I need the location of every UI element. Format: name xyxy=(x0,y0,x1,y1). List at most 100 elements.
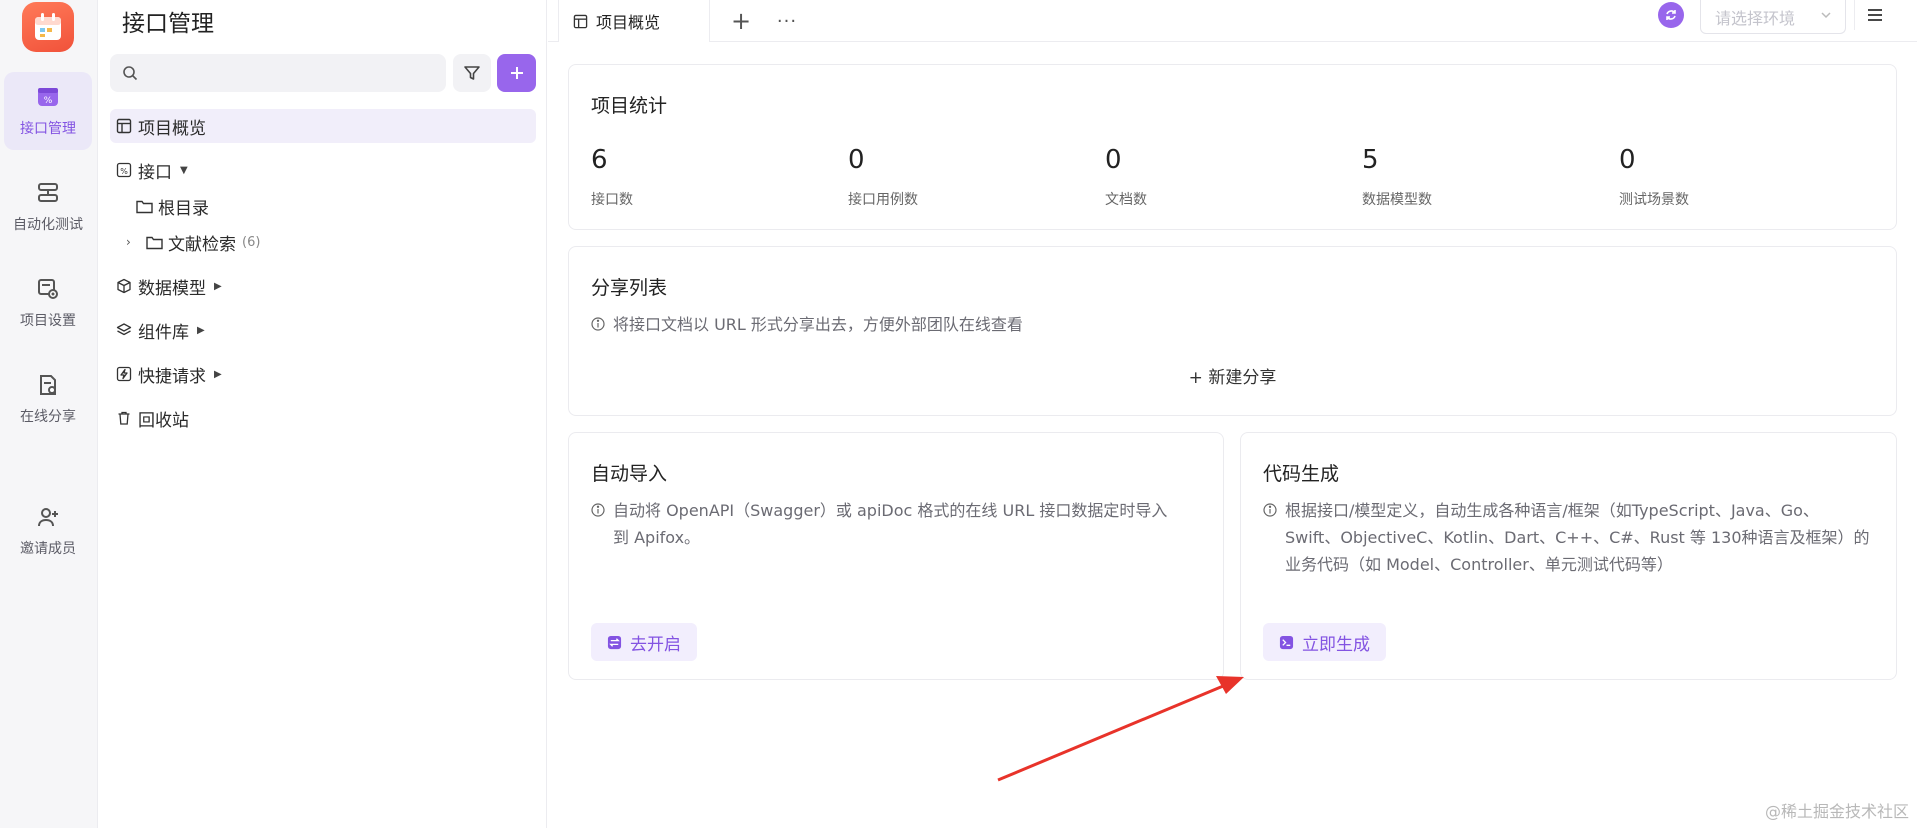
tree-item-root-dir[interactable]: 根目录 xyxy=(110,189,536,223)
stat-value: 0 xyxy=(1105,145,1122,175)
watermark: @稀土掘金技术社区 xyxy=(1764,802,1909,821)
terminal-icon xyxy=(1279,635,1294,649)
caret-right-icon: ▶ xyxy=(214,280,222,292)
stat-doc-count: 0 文档数 xyxy=(1105,145,1345,209)
tree-item-label: 快捷请求 xyxy=(138,366,206,387)
tree-item-label: 根目录 xyxy=(158,198,209,219)
automation-icon xyxy=(35,180,61,206)
search-icon xyxy=(123,66,138,81)
tree-item-component-library[interactable]: 组件库 ▶ xyxy=(110,313,536,347)
stat-value: 6 xyxy=(591,145,608,175)
stat-label: 数据模型数 xyxy=(1362,192,1432,208)
refresh-icon xyxy=(1666,10,1676,20)
tab-bar: 项目概览 + ··· 请选择环境 xyxy=(548,0,1917,42)
api-icon: % xyxy=(35,84,61,110)
stat-value: 5 xyxy=(1362,145,1379,175)
plus-icon xyxy=(510,67,523,79)
chevron-right-icon[interactable]: › xyxy=(126,235,140,249)
tree-item-project-overview[interactable]: 项目概览 xyxy=(110,109,536,143)
code-generation-card: 代码生成 根据接口/模型定义，自动生成各种语言/框架（如TypeScript、J… xyxy=(1240,432,1897,680)
tree-item-label: 数据模型 xyxy=(138,278,206,299)
generate-code-button[interactable]: 立即生成 xyxy=(1263,623,1386,661)
tree-item-data-model[interactable]: 数据模型 ▶ xyxy=(110,269,536,303)
rail-item-api-management[interactable]: % 接口管理 xyxy=(4,72,92,150)
calendar-logo-icon xyxy=(35,13,61,40)
description-text: Swift、ObjectiveC、Kotlin、Dart、C++、C#、Rust… xyxy=(1285,528,1870,547)
card-title: 代码生成 xyxy=(1263,463,1340,485)
environment-placeholder: 请选择环境 xyxy=(1715,8,1796,28)
description-text: 业务代码（如 Model、Controller、单元测试代码等） xyxy=(1285,555,1673,574)
rail-item-online-share[interactable]: 在线分享 xyxy=(4,360,92,438)
description-text: 到 Apifox。 xyxy=(613,528,701,547)
left-rail: % 接口管理 自动化测试 项目设置 在线分享 邀请成员 xyxy=(0,0,98,828)
app-logo[interactable] xyxy=(22,2,74,52)
tree-item-label: 组件库 xyxy=(138,322,189,343)
stat-value: 0 xyxy=(1619,145,1636,175)
stat-label: 接口用例数 xyxy=(848,192,918,208)
new-share-button[interactable]: + 新建分享 xyxy=(569,363,1896,388)
caret-down-icon: ▼ xyxy=(180,164,188,176)
filter-button[interactable] xyxy=(453,54,491,92)
card-title: 项目统计 xyxy=(591,95,668,117)
menu-icon xyxy=(1867,9,1882,21)
auto-import-card: 自动导入 自动将 OpenAPI（Swagger）或 apiDoc 格式的在线 … xyxy=(568,432,1224,680)
chevron-down-icon xyxy=(1821,12,1831,19)
auto-import-description: 自动将 OpenAPI（Swagger）或 apiDoc 格式的在线 URL 接… xyxy=(591,497,1167,551)
project-stats-card: 项目统计 6 接口数 0 接口用例数 0 文档数 5 数据模型数 0 测试场景数 xyxy=(568,64,1897,230)
stat-label: 文档数 xyxy=(1105,192,1147,208)
more-tabs-button[interactable]: ··· xyxy=(770,4,804,38)
environment-select[interactable]: 请选择环境 xyxy=(1700,0,1846,34)
tree-item-label: 项目概览 xyxy=(138,118,206,139)
tab-label: 项目概览 xyxy=(596,13,661,32)
stat-test-scenario-count: 0 测试场景数 xyxy=(1619,145,1859,209)
caret-right-icon: ▶ xyxy=(197,324,205,336)
rail-item-invite-member[interactable]: 邀请成员 xyxy=(4,492,92,570)
description-text: 将接口文档以 URL 形式分享出去，方便外部团队在线查看 xyxy=(613,315,1023,334)
tab-project-overview[interactable]: 项目概览 xyxy=(558,0,710,42)
cube-icon xyxy=(114,276,134,296)
info-icon xyxy=(1263,503,1277,517)
codegen-description: 根据接口/模型定义，自动生成各种语言/框架（如TypeScript、Java、G… xyxy=(1263,497,1882,578)
environment-refresh-button[interactable] xyxy=(1658,2,1684,28)
add-button[interactable] xyxy=(497,54,536,92)
project-settings-icon xyxy=(35,276,61,302)
rail-label: 项目设置 xyxy=(20,313,76,329)
rail-label: 邀请成员 xyxy=(20,541,76,557)
stat-api-count: 6 接口数 xyxy=(591,145,831,209)
menu-button[interactable] xyxy=(1854,0,1894,30)
search-box[interactable] xyxy=(110,54,446,92)
info-icon xyxy=(591,317,605,331)
description-text: 自动将 OpenAPI（Swagger）或 apiDoc 格式的在线 URL 接… xyxy=(613,501,1168,520)
folder-icon xyxy=(134,196,154,216)
rail-label: 在线分享 xyxy=(20,409,76,425)
stat-label: 接口数 xyxy=(591,192,633,208)
tree-item-label: 回收站 xyxy=(138,410,189,431)
tree-item-label: 文献检索 xyxy=(168,234,236,255)
lightning-icon xyxy=(114,364,134,384)
svg-text:%: % xyxy=(120,167,128,176)
sync-icon xyxy=(607,635,622,649)
tree-item-label: 接口 xyxy=(138,162,172,183)
info-icon xyxy=(591,503,605,517)
button-label: 去开启 xyxy=(630,634,681,655)
share-list-card: 分享列表 将接口文档以 URL 形式分享出去，方便外部团队在线查看 + 新建分享 xyxy=(568,246,1897,416)
tree-item-quick-request[interactable]: 快捷请求 ▶ xyxy=(110,357,536,391)
search-input[interactable] xyxy=(146,65,426,81)
enable-auto-import-button[interactable]: 去开启 xyxy=(591,623,697,661)
description-text: 根据接口/模型定义，自动生成各种语言/框架（如TypeScript、Java、G… xyxy=(1285,501,1819,520)
share-description: 将接口文档以 URL 形式分享出去，方便外部团队在线查看 xyxy=(591,311,1023,338)
tree-item-literature-search[interactable]: › 文献检索 (6) xyxy=(110,225,536,259)
layout-icon xyxy=(573,14,588,28)
new-tab-button[interactable]: + xyxy=(724,4,758,38)
tree-item-recycle-bin[interactable]: 回收站 xyxy=(110,401,536,435)
invite-member-icon xyxy=(35,504,61,530)
item-count: (6) xyxy=(242,234,261,250)
rail-item-automation-test[interactable]: 自动化测试 xyxy=(4,168,92,246)
stat-data-model-count: 5 数据模型数 xyxy=(1362,145,1602,209)
tree-item-api[interactable]: % 接口 ▼ xyxy=(110,153,536,187)
rail-label: 自动化测试 xyxy=(13,217,83,233)
layers-icon xyxy=(114,320,134,340)
rail-item-project-settings[interactable]: 项目设置 xyxy=(4,264,92,342)
trash-icon xyxy=(114,408,134,428)
card-title: 分享列表 xyxy=(591,277,668,299)
